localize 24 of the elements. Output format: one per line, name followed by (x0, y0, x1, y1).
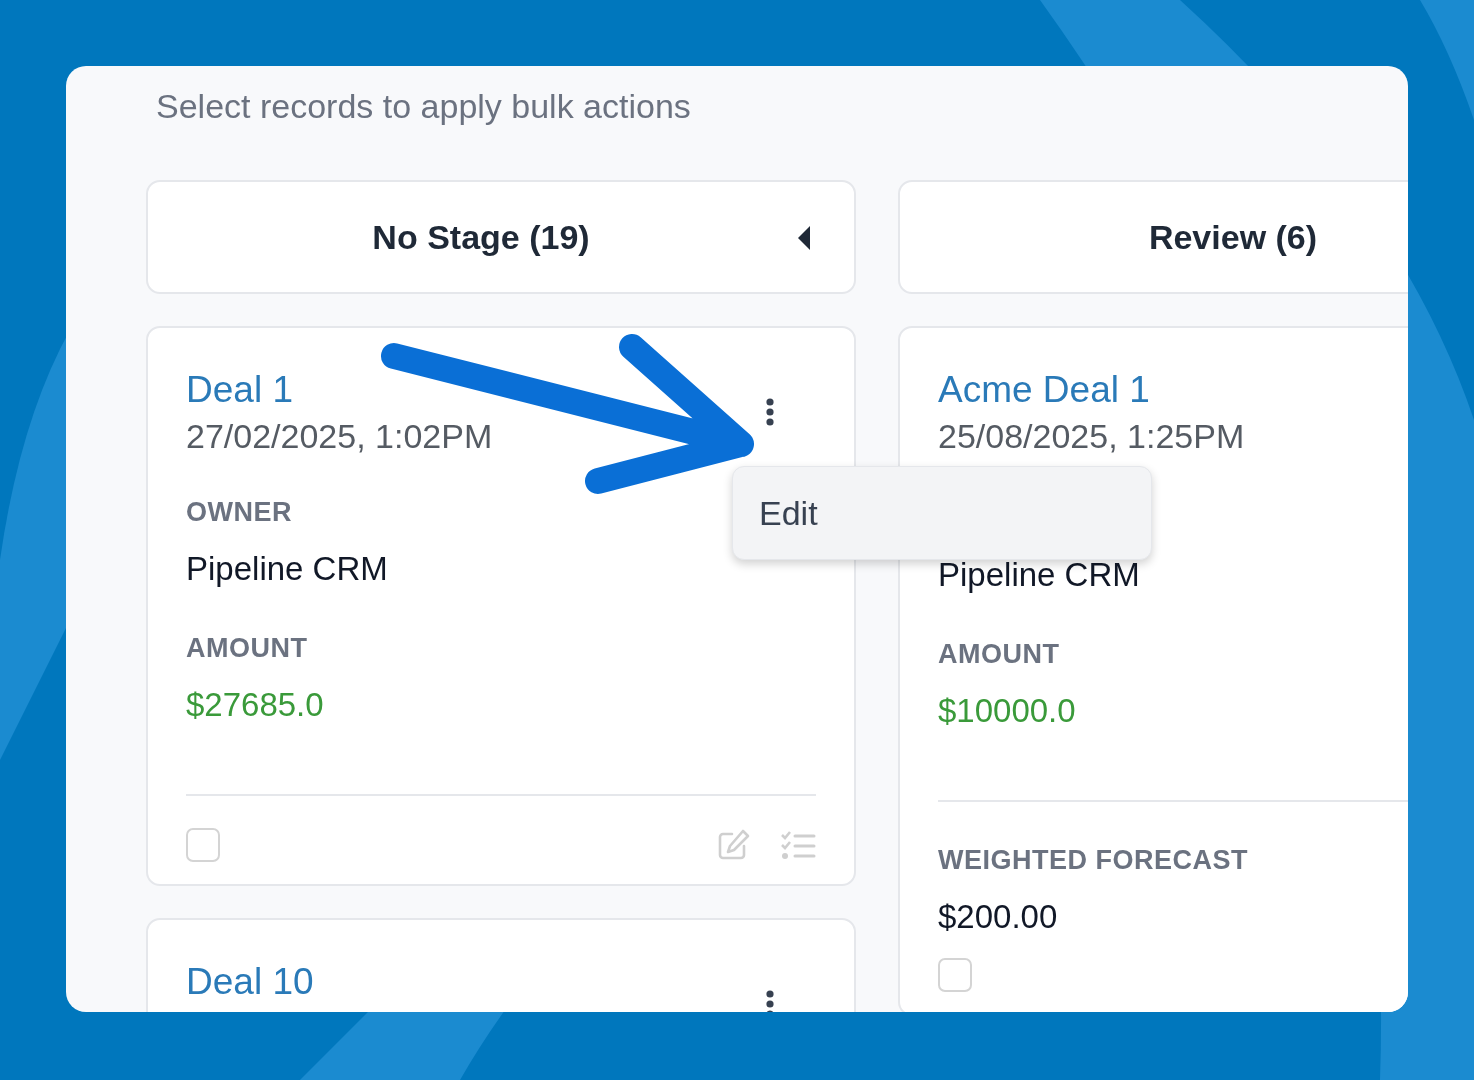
column-title: No Stage (19) (372, 217, 590, 257)
deal-date: 25/08/2025, 1:25PM (938, 416, 1245, 457)
checkbox[interactable] (938, 958, 972, 992)
deal-link[interactable]: Deal 10 (186, 958, 314, 1006)
amount-value: $27685.0 (186, 685, 324, 725)
deal-date: 27/02/2025, 1:02PM (186, 416, 493, 457)
caret-icon[interactable] (798, 226, 810, 250)
field-label: WEIGHTED FORECAST (938, 844, 1248, 877)
deal-link[interactable]: Acme Deal 1 (938, 366, 1150, 414)
edit-icon[interactable] (716, 828, 752, 862)
field-value: Pipeline CRM (938, 555, 1140, 595)
field-value: $200.00 (938, 897, 1058, 937)
menu-item[interactable]: Edit (759, 493, 818, 533)
deal-link[interactable]: Deal 1 (186, 366, 293, 414)
field-label: AMOUNT (938, 638, 1060, 671)
subtitle: Select records to apply bulk actions (156, 86, 692, 127)
field-value: Pipeline CRM (186, 549, 388, 589)
column-title: Review (6) (1148, 217, 1318, 257)
field-label: AMOUNT (186, 632, 308, 665)
checkbox[interactable] (186, 828, 220, 862)
amount-value: $10000.0 (938, 691, 1076, 731)
more-icon[interactable] (766, 398, 774, 426)
field-label: OWNER (186, 496, 292, 529)
more-icon[interactable] (766, 990, 774, 1012)
